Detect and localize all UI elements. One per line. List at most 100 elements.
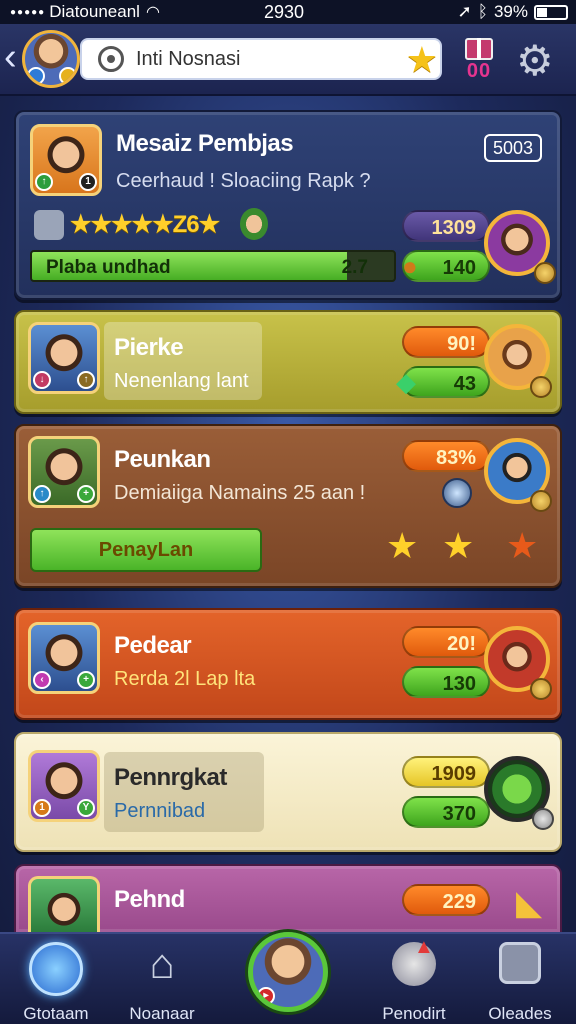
status-right: ➚ ᛒ 39% <box>458 2 568 22</box>
nav-item-home[interactable]: ⌂ Noanaar <box>112 940 212 1024</box>
star-icon: ★ <box>442 525 475 566</box>
card-title: Pennrgkat <box>114 764 227 791</box>
battery-percent: 39% <box>493 2 528 21</box>
nav-item-profile[interactable]: ▸ <box>238 932 338 1012</box>
drop-icon <box>442 478 472 508</box>
plus-badge-icon: + <box>77 485 95 503</box>
stat-pill: 20! <box>402 626 490 658</box>
stat-pill: 90! <box>402 326 490 358</box>
wifi-icon: ◠ <box>145 4 160 21</box>
player-card-1[interactable]: ↑ 1 Mesaiz Pembjas Ceerhaud ! Sloaciing … <box>14 110 562 300</box>
battery-icon <box>534 4 568 20</box>
card-subtitle: Demiaiiga Namains 25 aan ! <box>114 482 366 504</box>
up-badge-icon: ↑ <box>35 173 53 191</box>
leaf-icon: ◆ <box>396 367 416 397</box>
signal-dots-icon: ●●●●● <box>10 6 46 18</box>
level-badge-icon <box>27 67 45 85</box>
player-card-6[interactable]: Pehnd 229 ◣ <box>14 864 562 934</box>
player-portrait: 1 Y <box>28 750 100 822</box>
left-badge-icon: ‹ <box>33 671 51 689</box>
player-portrait: ↑ + <box>28 436 100 508</box>
reward-pill: 370 <box>402 796 490 828</box>
player-card-5[interactable]: 1 Y Pennrgkat Pernnibad 1909 370 <box>14 732 562 852</box>
card-subtitle: Pernnibad <box>114 800 206 822</box>
target-icon <box>98 46 124 72</box>
nav-item-trophy[interactable]: Oleades <box>470 942 570 1023</box>
player-portrait: ↓ ↑ <box>28 322 100 394</box>
score-box: 5003 <box>484 134 542 162</box>
nav-label: Noanaar <box>129 1004 195 1023</box>
plus-badge-icon: + <box>77 671 95 689</box>
coin-icon <box>534 262 556 284</box>
coin-badge-icon: ↑ <box>77 371 95 389</box>
star-icon: ★ <box>506 525 539 566</box>
card-title: Peunkan <box>114 446 211 473</box>
nav-label: Penodirt <box>382 1004 446 1023</box>
profile-avatar: ▸ <box>248 932 328 1012</box>
rocket-icon: ▲ <box>392 936 436 986</box>
card-subtitle: Rerda 2l Lap lta <box>114 668 256 690</box>
star-icon: ★ <box>386 525 419 566</box>
card-subtitle: Nenenlang lant <box>114 370 249 392</box>
play-button[interactable]: PenayLan <box>30 528 262 572</box>
coin-badge-icon <box>59 67 77 85</box>
card-title: Pierke <box>114 334 184 361</box>
progress-value: 2.7 <box>341 257 368 278</box>
down-badge-icon: ↓ <box>33 371 51 389</box>
coin-icon <box>530 678 552 700</box>
card-title: Pedear <box>114 632 192 659</box>
gift-count: 00 <box>466 60 492 82</box>
player-portrait: ↑ 1 <box>30 124 102 196</box>
cup-badge-icon: Y <box>77 799 95 817</box>
card-subtitle: Ceerhaud ! Sloaciing Rapk ? <box>116 170 371 192</box>
status-bar: ●●●●● Diatouneanl ◠ 2930 ➚ ᛒ 39% <box>0 0 576 24</box>
player-avatar[interactable] <box>22 30 80 88</box>
rating-stars: ★★★★★Z6★ <box>70 211 220 238</box>
bottom-nav: Gtotaam ⌂ Noanaar ▸ ▲ Penodirt Oleades <box>0 932 576 1024</box>
player-portrait <box>28 876 100 934</box>
stat-pill: 83% <box>402 440 490 472</box>
nav-item-rocket[interactable]: ▲ Penodirt <box>364 936 464 1023</box>
bluetooth-icon: ᛒ <box>477 2 488 21</box>
stat-pill: 229 <box>402 884 490 916</box>
gift-button[interactable]: 00 <box>460 38 498 86</box>
robot-icon <box>34 210 64 240</box>
player-portrait: ‹ + <box>28 622 100 694</box>
nav-item-globe[interactable]: Gtotaam <box>6 942 106 1023</box>
carrier-name: Diatouneanl <box>49 2 140 21</box>
horn-icon: ◣ <box>516 884 543 922</box>
globe-icon <box>29 942 83 996</box>
card-title: Mesaiz Pembjas <box>116 130 294 157</box>
top-bar: ‹ Inti Nosnasi ★ 00 ⚙ <box>0 24 576 96</box>
star-icon[interactable]: ★ <box>406 40 438 80</box>
coin-icon <box>530 490 552 512</box>
player-card-2[interactable]: ↓ ↑ Pierke Nenenlang lant 90! 43 ◆ <box>14 310 562 414</box>
up-badge-icon: ↑ <box>33 485 51 503</box>
search-value: Inti Nosnasi <box>136 47 241 70</box>
progress-label: Plaba undhad <box>46 257 171 278</box>
nav-label: Gtotaam <box>23 1004 89 1023</box>
gear-icon[interactable]: ⚙ <box>516 40 554 82</box>
nav-label: Oleades <box>488 1004 552 1023</box>
player-card-3[interactable]: ↑ + Peunkan Demiaiiga Namains 25 aan ! 8… <box>14 424 562 588</box>
stat-pill: 1309 <box>402 210 490 242</box>
coin-icon <box>530 376 552 398</box>
back-chevron-icon[interactable]: ‹ <box>4 38 17 76</box>
location-icon: ➚ <box>457 2 472 21</box>
home-icon: ⌂ <box>149 940 175 987</box>
reward-pill: 130 <box>402 666 490 698</box>
search-input[interactable]: Inti Nosnasi ★ <box>80 38 442 80</box>
progress-bar: Plaba undhad 2.7 <box>30 250 396 282</box>
record-badge-icon: ▸ <box>257 987 275 1005</box>
card-title: Pehnd <box>114 886 185 913</box>
player-card-4[interactable]: ‹ + Pedear Rerda 2l Lap lta 20! 130 <box>14 608 562 720</box>
stat-pill: 1909 <box>402 756 490 788</box>
level-badge-icon: 1 <box>79 173 97 191</box>
level-badge-icon: 1 <box>33 799 51 817</box>
trophy-icon <box>499 942 541 984</box>
gift-icon <box>465 38 493 60</box>
coin-icon <box>532 808 554 830</box>
acorn-icon: ● <box>402 251 418 281</box>
clock: 2930 <box>264 2 305 22</box>
helmet-avatar-icon <box>240 208 268 240</box>
